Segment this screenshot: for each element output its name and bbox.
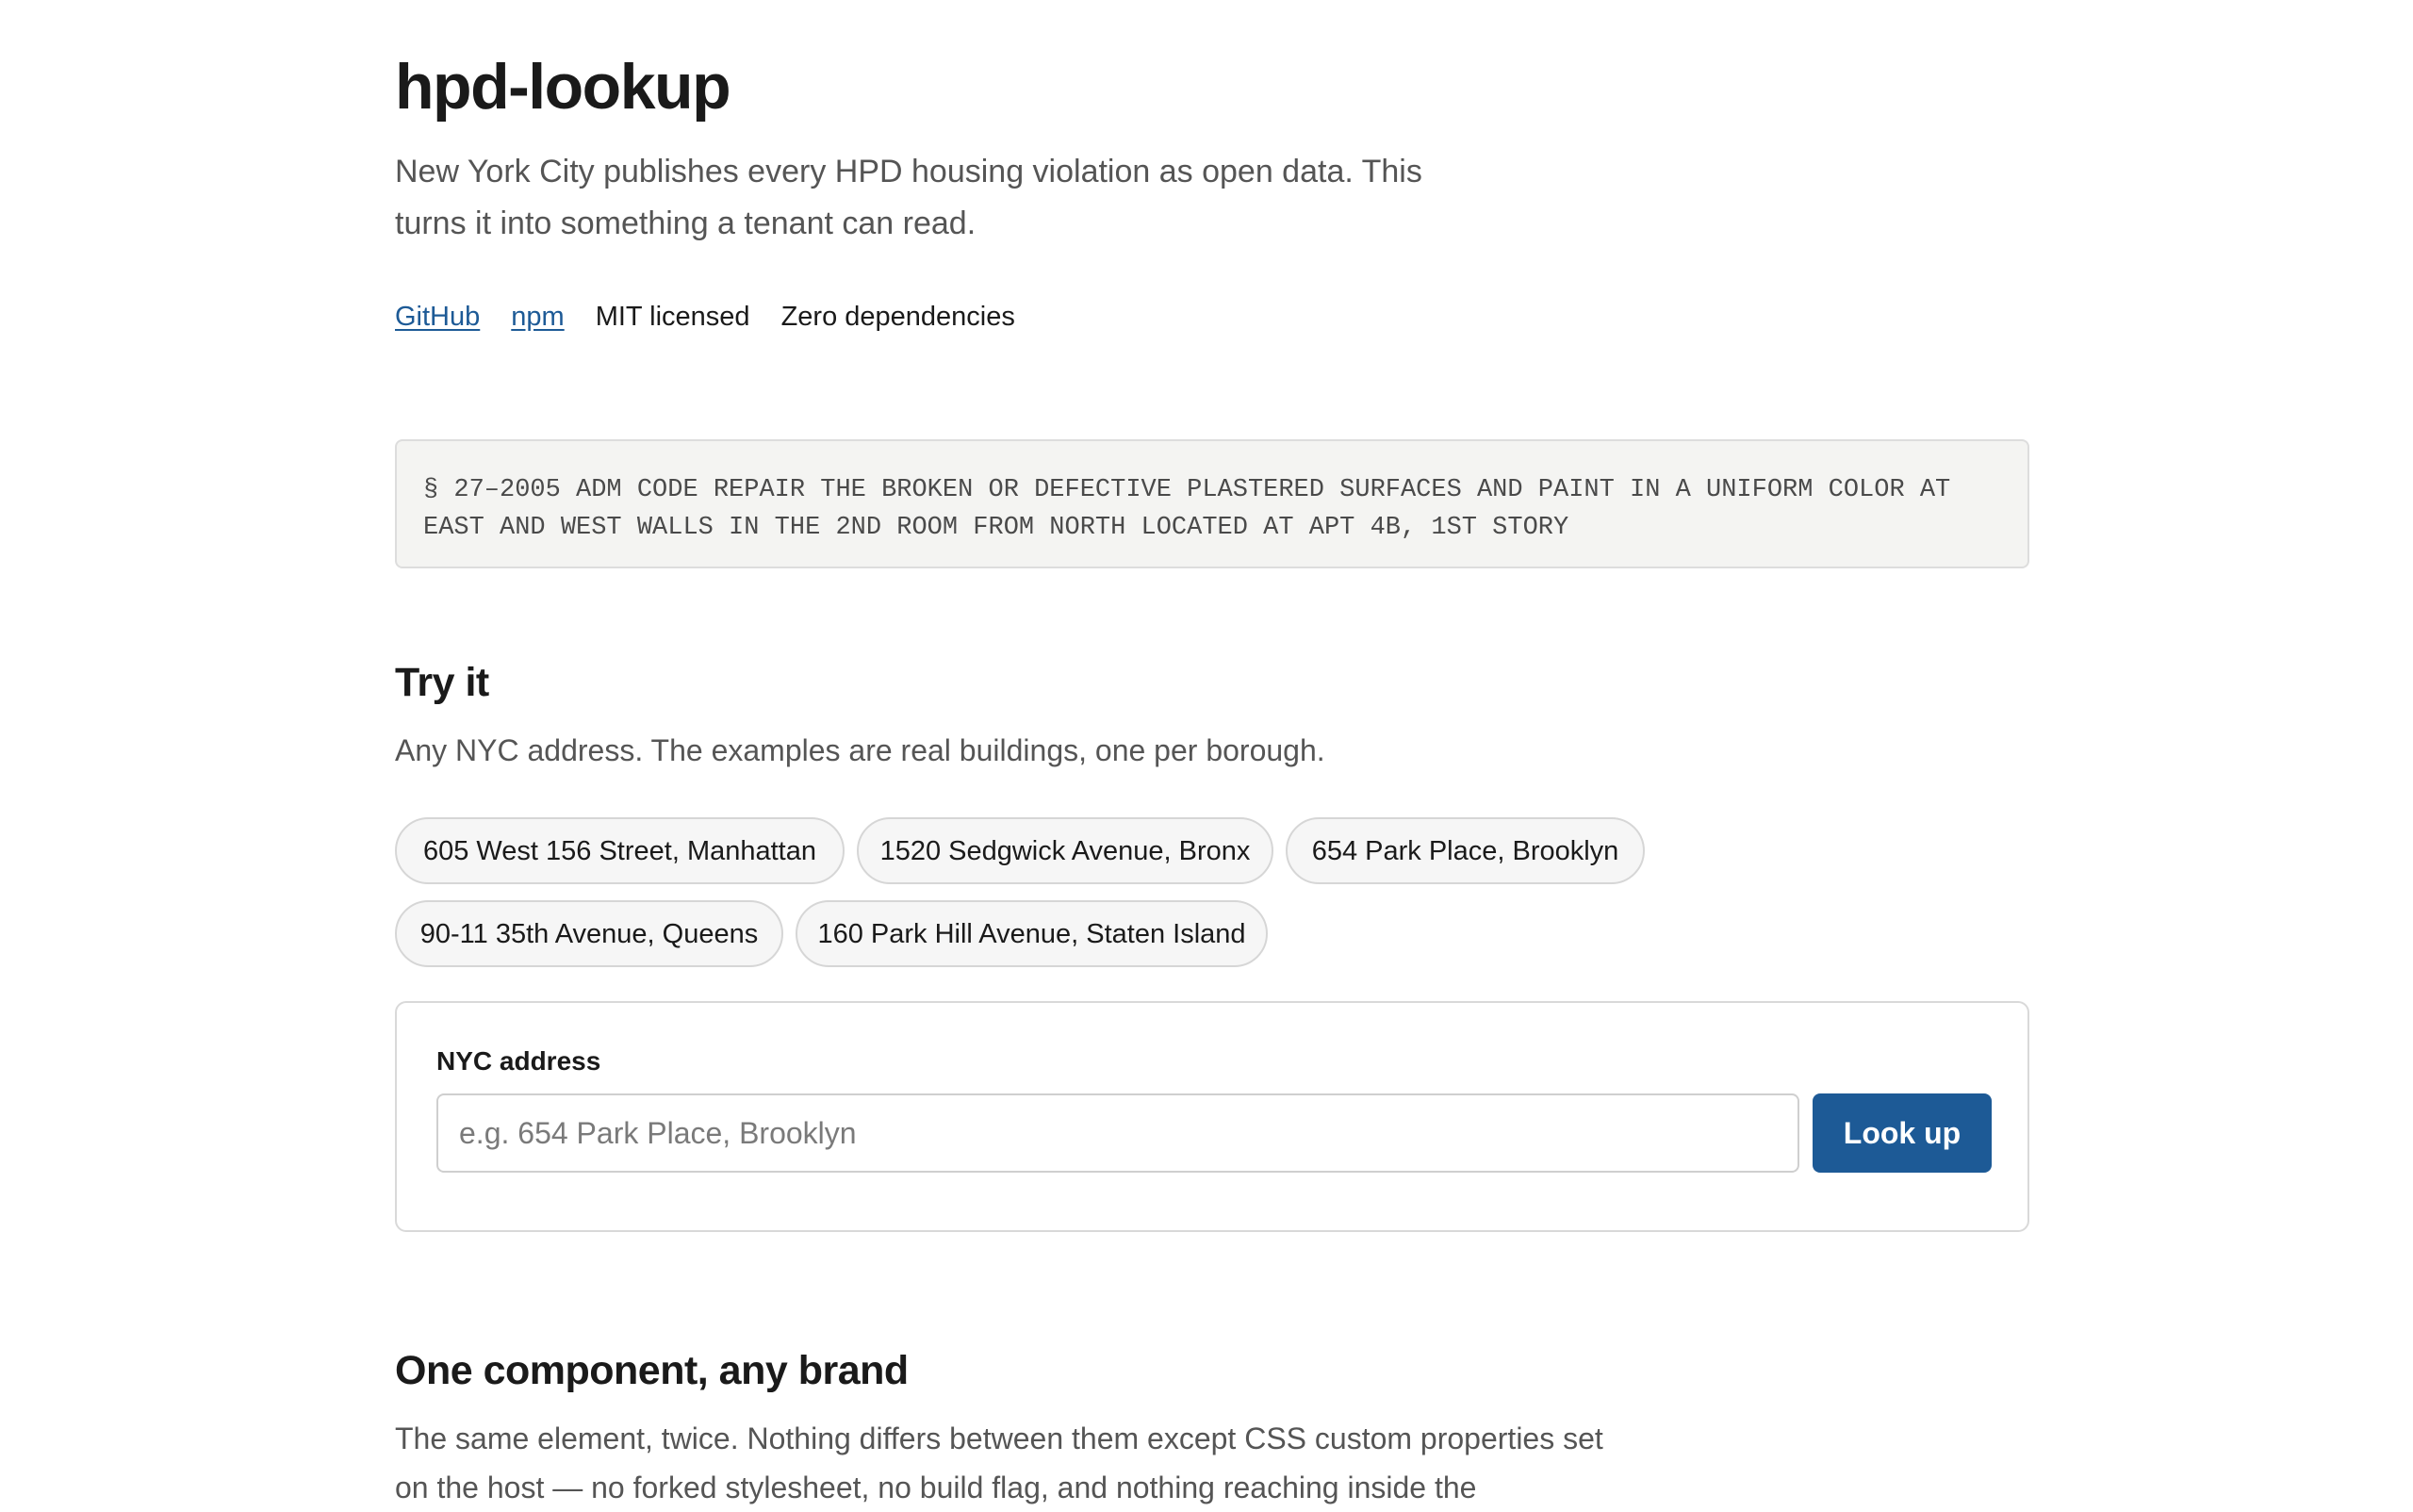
- github-link[interactable]: GitHub: [395, 296, 480, 337]
- sample-violation-code: § 27–2005 ADM CODE REPAIR THE BROKEN OR …: [395, 439, 2029, 568]
- npm-link[interactable]: npm: [511, 296, 564, 337]
- page-title: hpd-lookup: [395, 51, 731, 123]
- example-bronx-chip[interactable]: 1520 Sedgwick Avenue, Bronx: [857, 817, 1273, 884]
- brand-section-heading: One component, any brand: [395, 1348, 909, 1393]
- example-staten-island-chip[interactable]: 160 Park Hill Avenue, Staten Island: [796, 900, 1268, 967]
- example-brooklyn-chip[interactable]: 654 Park Place, Brooklyn: [1286, 817, 1645, 884]
- address-input[interactable]: [436, 1093, 1799, 1173]
- dependencies-label: Zero dependencies: [780, 302, 1015, 332]
- address-field-label: NYC address: [436, 1046, 601, 1076]
- page: hpd-lookup New York City publishes every…: [0, 0, 2413, 1508]
- license-label: MIT licensed: [595, 302, 750, 332]
- try-it-heading: Try it: [395, 660, 489, 705]
- address-lookup-form: NYC address Look up: [395, 1001, 2029, 1232]
- try-it-description: Any NYC address. The examples are real b…: [395, 733, 1325, 767]
- example-queens-chip[interactable]: 90-11 35th Avenue, Queens: [395, 900, 783, 967]
- project-links: GitHub npm MIT licensed Zero dependencie…: [395, 296, 1015, 337]
- intro-paragraph: New York City publishes every HPD housin…: [395, 154, 1422, 241]
- example-manhattan-chip[interactable]: 605 West 156 Street, Manhattan: [395, 817, 845, 884]
- brand-section-description: The same element, twice. Nothing differs…: [395, 1422, 1603, 1504]
- lookup-button[interactable]: Look up: [1813, 1093, 1992, 1173]
